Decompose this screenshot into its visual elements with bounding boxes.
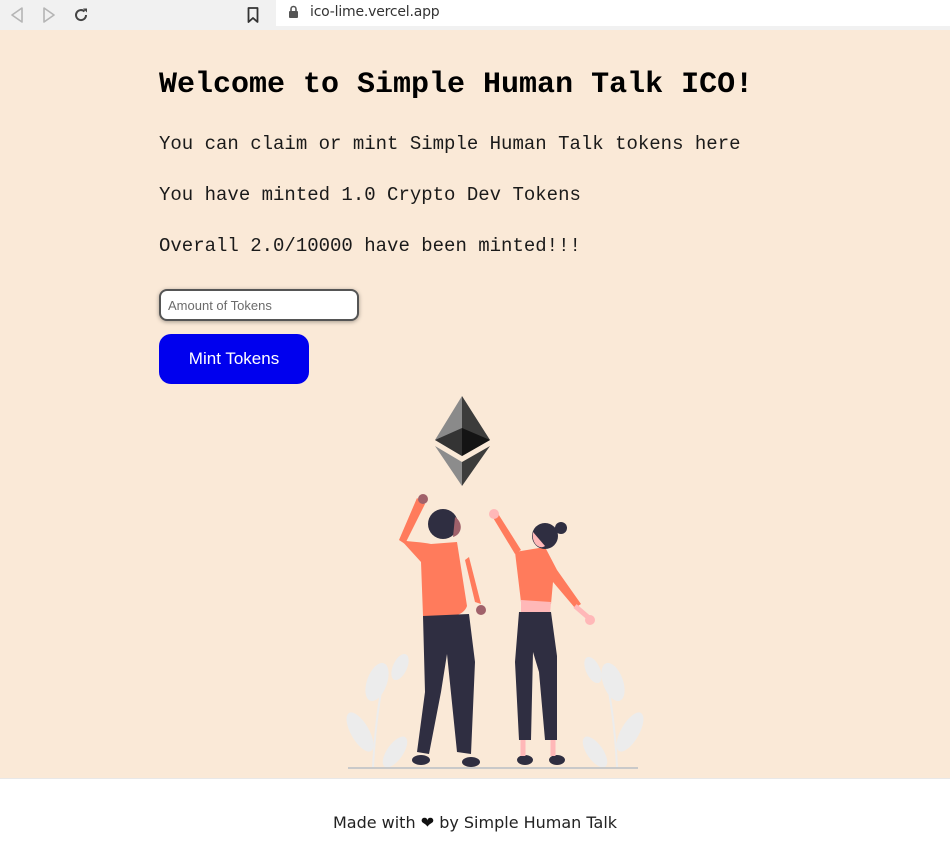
bookmark-button[interactable]	[242, 4, 264, 26]
footer-made-with: Made with	[332, 813, 416, 832]
lock-icon	[289, 5, 298, 18]
back-arrow-icon	[11, 7, 23, 23]
plant-right	[582, 656, 644, 769]
page-title: Welcome to Simple Human Talk ICO!	[159, 68, 754, 102]
ethereum-icon	[435, 396, 490, 486]
ethereum-celebration-illustration	[346, 396, 644, 769]
forward-arrow-icon	[43, 7, 55, 23]
woman-figure	[489, 509, 595, 765]
minted-count-text: You have minted 1.0 Crypto Dev Tokens	[159, 184, 581, 206]
footer-by-text: by Simple Human Talk	[439, 813, 618, 832]
footer-credit: Made with ❤ by Simple Human Talk	[0, 813, 950, 832]
forward-button[interactable]	[38, 4, 60, 26]
reload-icon	[75, 8, 88, 22]
page-main: Welcome to Simple Human Talk ICO! You ca…	[0, 30, 950, 778]
amount-of-tokens-input[interactable]	[159, 289, 359, 321]
back-button[interactable]	[6, 4, 28, 26]
page-footer: Made with ❤ by Simple Human Talk	[0, 778, 950, 860]
mint-tokens-button[interactable]: Mint Tokens	[159, 334, 309, 384]
reload-button[interactable]	[70, 4, 92, 26]
bookmark-icon	[247, 7, 259, 23]
heart-icon: ❤	[420, 813, 435, 832]
description-text: You can claim or mint Simple Human Talk …	[159, 133, 741, 155]
man-figure	[399, 494, 486, 767]
overall-minted-text: Overall 2.0/10000 have been minted!!!	[159, 235, 581, 257]
plant-left	[346, 653, 409, 769]
browser-toolbar: ico-lime.vercel.app	[0, 0, 950, 30]
url-text[interactable]: ico-lime.vercel.app	[310, 4, 440, 20]
